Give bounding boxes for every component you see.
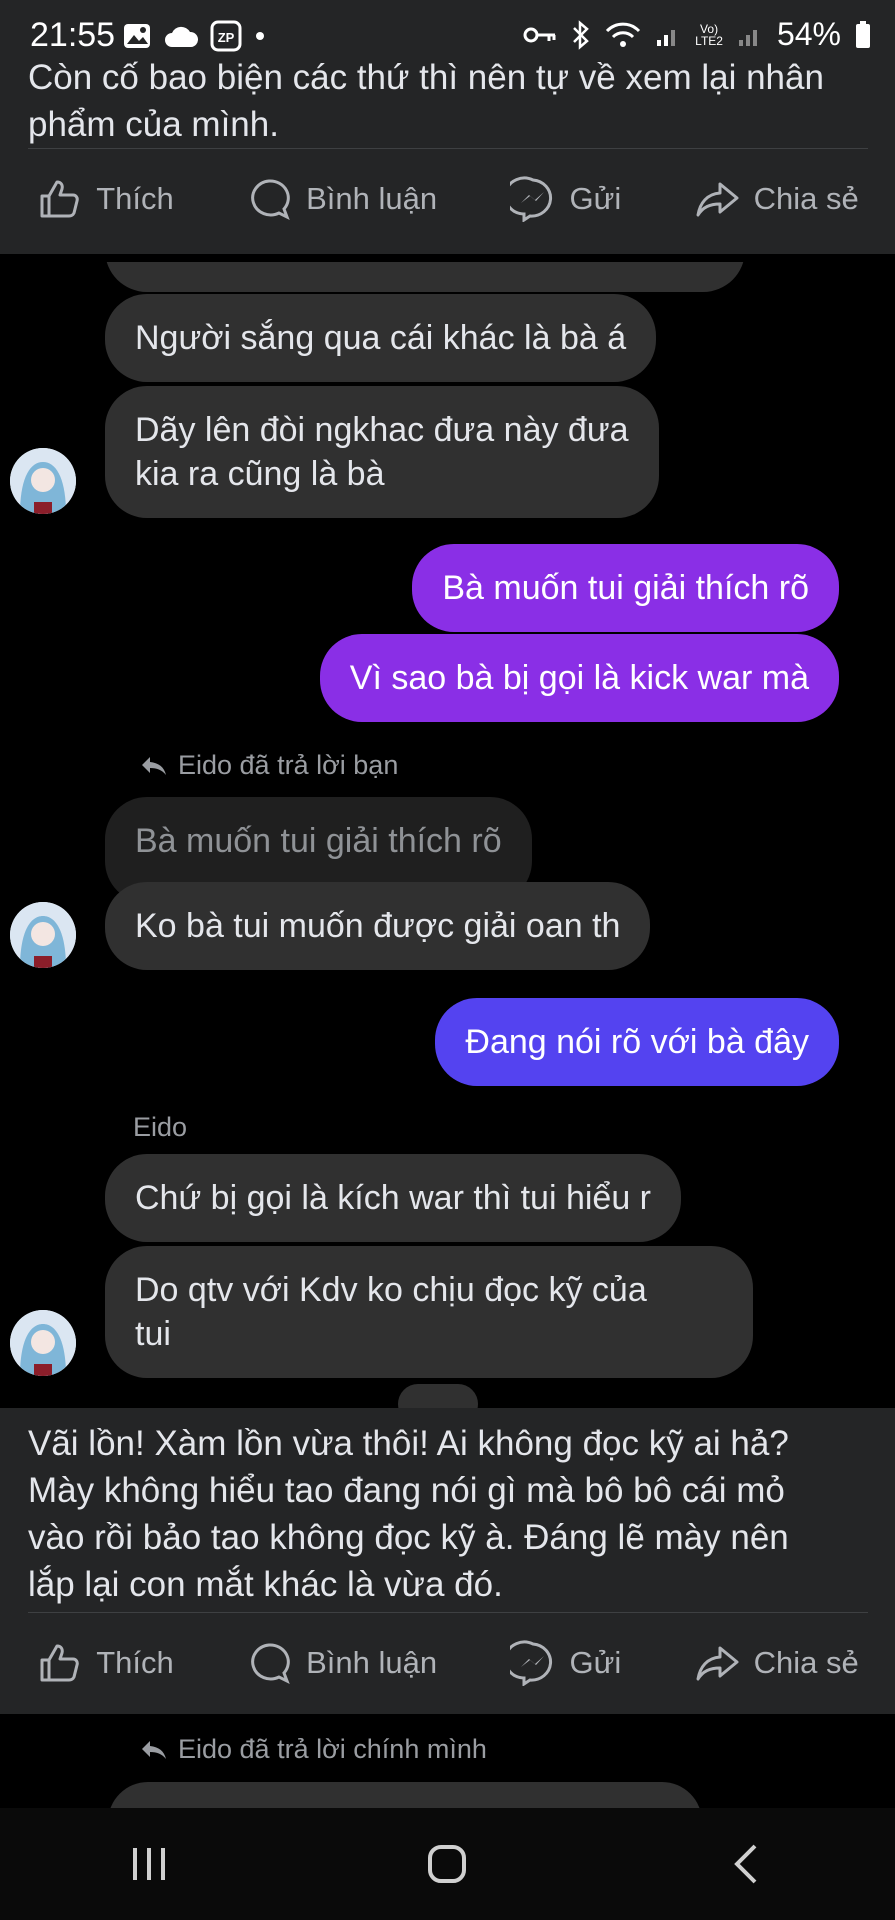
recent-apps-button[interactable] [109, 1834, 189, 1894]
message-bubble-cutoff [105, 262, 745, 292]
status-system-icons: Vo) LTE2 54% [523, 16, 871, 53]
home-icon [428, 1845, 467, 1883]
avatar [10, 448, 76, 514]
avatar [10, 902, 76, 968]
post-panel-bottom: Vãi lồn! Xàm lồn vừa thôi! Ai không đọc … [0, 1408, 895, 1714]
incoming-message: Do qtv với Kdv ko chịu đọc kỹ của tui [105, 1246, 753, 1378]
battery-icon [856, 20, 870, 48]
post-panel-top: Còn cố bao biện các thứ thì nên tự về xe… [0, 58, 895, 254]
chat-screenshot: Người sắng qua cái khác là bà á Dãy lên … [0, 262, 895, 1410]
wifi-icon [606, 22, 641, 47]
send-button[interactable]: Gửi [509, 176, 621, 222]
share-icon [696, 182, 739, 217]
reply-icon [142, 756, 166, 775]
share-button[interactable]: Chia sẻ [694, 176, 859, 222]
status-notification-icons: ZP [122, 20, 266, 52]
post-actions-top: Thích Bình luận Gửi Chia sẻ [0, 154, 895, 244]
signal-icon-2 [738, 29, 757, 46]
comment-button[interactable]: Bình luận [246, 1640, 437, 1686]
system-nav-bar [0, 1808, 895, 1920]
chat-screenshot-2: Eido đã trả lời chính mình [0, 1726, 895, 1808]
comment-icon [251, 179, 290, 221]
post-actions-bottom: Thích Bình luận Gửi Chia sẻ [0, 1618, 895, 1708]
cloud-icon [165, 26, 198, 47]
share-button[interactable]: Chia sẻ [694, 1640, 859, 1686]
like-button[interactable]: Thích [36, 176, 174, 222]
signal-icon [657, 29, 676, 46]
dot-icon [256, 32, 264, 40]
zalo-icon: ZP [210, 20, 242, 52]
scroll-down-button[interactable] [398, 1384, 478, 1410]
divider [28, 148, 868, 149]
reply-indicator: Eido đã trả lời chính mình [140, 1734, 487, 1765]
reply-indicator: Eido đã trả lời bạn [140, 750, 398, 781]
outgoing-message: Đang nói rõ với bà đây [435, 998, 839, 1086]
post-text-top: Còn cố bao biện các thứ thì nên tự về xe… [28, 58, 824, 144]
recent-apps-icon [133, 1848, 166, 1880]
divider [28, 1612, 868, 1613]
comment-button[interactable]: Bình luận [246, 176, 437, 222]
avatar [10, 1310, 76, 1376]
back-button[interactable] [706, 1834, 786, 1894]
like-icon [40, 1644, 79, 1682]
incoming-message: Ko bà tui muốn được giải oan th [105, 882, 651, 970]
like-button[interactable]: Thích [36, 1640, 174, 1686]
message-bubble-cutoff [108, 1782, 702, 1808]
messenger-icon [509, 1640, 552, 1686]
image-icon [124, 24, 150, 48]
battery-percent: 54% [776, 16, 841, 52]
svg-text:ZP: ZP [218, 30, 235, 45]
status-time: 21:55 [30, 16, 116, 54]
key-icon [523, 27, 556, 42]
messenger-icon [509, 176, 552, 222]
outgoing-message: Bà muốn tui giải thích rõ [412, 544, 839, 632]
like-icon [40, 180, 79, 218]
reply-icon [142, 1740, 166, 1759]
outgoing-message: Vì sao bà bị gọi là kick war mà [319, 634, 839, 722]
comment-icon [251, 1643, 290, 1685]
incoming-message: Chứ bị gọi là kích war thì tui hiểu r [105, 1154, 681, 1242]
incoming-message: Người sắng qua cái khác là bà á [105, 294, 657, 382]
sender-name: Eido [133, 1112, 188, 1142]
send-button[interactable]: Gửi [509, 1640, 621, 1686]
bluetooth-icon [573, 19, 589, 50]
network-label: Vo) LTE2 [695, 21, 723, 48]
incoming-message: Dãy lên đòi ngkhac đưa này đưa kia ra cũ… [105, 386, 659, 518]
post-text-bottom: Vãi lồn! Xàm lồn vừa thôi! Ai không đọc … [28, 1424, 789, 1604]
back-icon [733, 1844, 757, 1884]
share-icon [696, 1646, 739, 1681]
home-button[interactable] [407, 1834, 487, 1894]
